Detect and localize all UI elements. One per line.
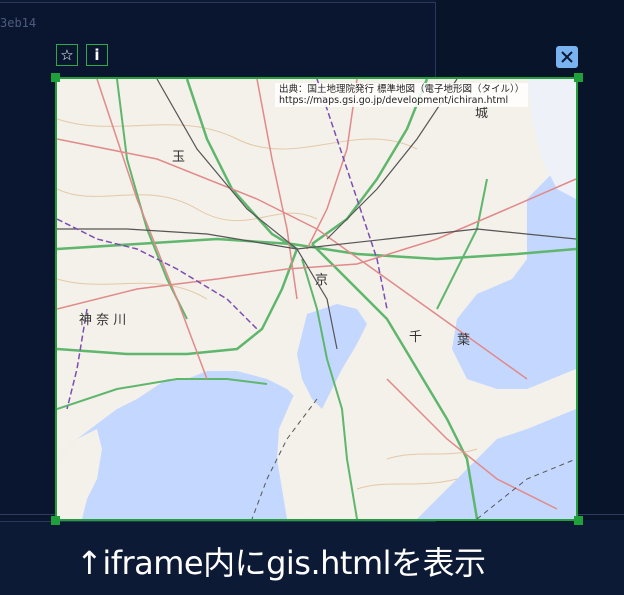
- card-id-label: 3eb14: [0, 16, 37, 30]
- place-label-kanagawa: 神 奈 川: [79, 313, 126, 328]
- resize-handle-bottom-right[interactable]: [574, 516, 583, 525]
- close-button[interactable]: [556, 46, 578, 68]
- attribution-source: 出典：国土地理院発行 標準地図（電子地形図（タイル））: [279, 84, 525, 95]
- favorite-button[interactable]: ☆: [56, 44, 78, 66]
- place-label-chiba-2: 葉: [457, 333, 470, 348]
- resize-handle-top-left[interactable]: [51, 73, 60, 82]
- close-x-icon: [561, 51, 573, 63]
- info-button[interactable]: i: [86, 44, 108, 66]
- caption-text: ↑iframe内にgis.htmlを表示: [76, 544, 486, 582]
- place-label-ibaraki: 城: [475, 106, 488, 121]
- map-attribution: 出典：国土地理院発行 標準地図（電子地形図（タイル）） https://maps…: [275, 83, 529, 107]
- gis-iframe[interactable]: 玉 京 神 奈 川 千 葉 城 出典：国土地理院発行 標準地図（電子地形図（タイ…: [55, 77, 578, 521]
- attribution-url[interactable]: https://maps.gsi.go.jp/development/ichir…: [279, 95, 524, 106]
- info-icon: i: [94, 46, 100, 64]
- resize-handle-bottom-left[interactable]: [51, 516, 60, 525]
- screen: 3eb14 ☆ i 玉 京 神 奈 川 千 葉 城 出典：国土地理院発行 標準地…: [0, 0, 624, 595]
- star-outline-icon: ☆: [60, 46, 74, 64]
- place-label-tokyo: 京: [315, 273, 328, 288]
- place-label-chiba-1: 千: [409, 330, 422, 345]
- place-label-saitama: 玉: [172, 150, 185, 165]
- map-tile-layer[interactable]: 玉 京 神 奈 川 千 葉 城: [57, 79, 576, 519]
- resize-handle-top-right[interactable]: [574, 73, 583, 82]
